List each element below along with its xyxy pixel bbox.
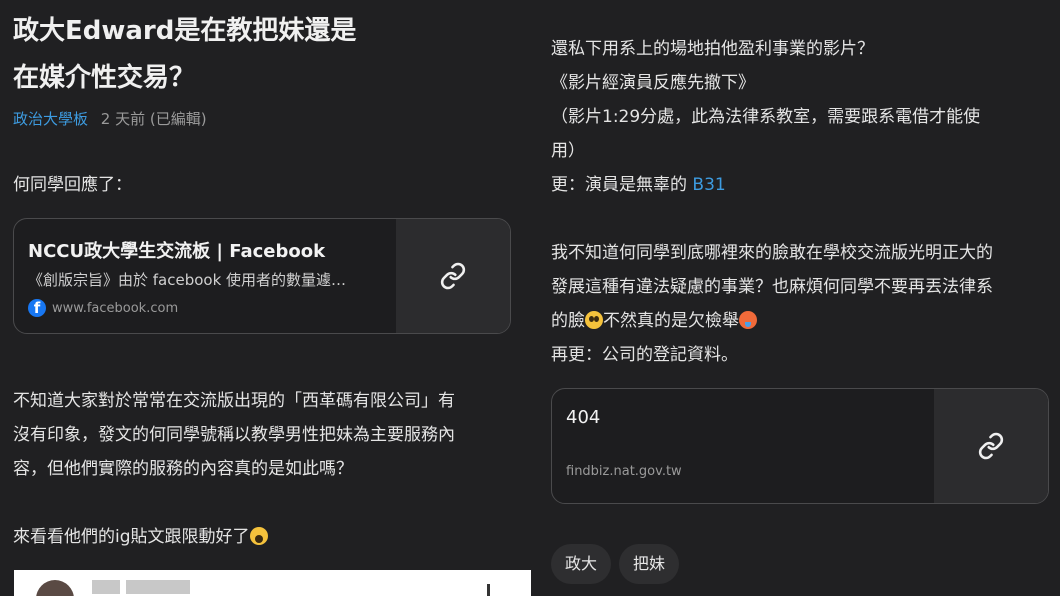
post-meta: 政治大學板 2 天前 (已編輯) xyxy=(13,108,207,129)
text-line: 的臉 不然真的是欠檢舉 xyxy=(551,304,1051,338)
link-card-action[interactable] xyxy=(396,219,510,333)
post-title-line2: 在媒介性交易？ xyxy=(13,63,196,93)
text-line: （影片1:29分處，此為法律系教室，需要跟系電借才能使 xyxy=(551,107,981,127)
hot-face-icon xyxy=(739,311,757,329)
right-paragraph-2: 我不知道何同學到底哪裡來的臉敢在學校交流版光明正大的 發展這種有違法疑慮的事業？… xyxy=(551,236,1051,372)
link-card-url: www.facebook.com xyxy=(52,300,179,316)
link-card-url: findbiz.nat.gov.tw xyxy=(566,464,682,479)
blurred-username xyxy=(92,580,120,594)
text-line: 再更：公司的登記資料。 xyxy=(551,345,738,365)
link-icon xyxy=(440,262,466,290)
link-icon xyxy=(978,432,1004,460)
main-paragraph: 不知道大家對於常常在交流版出現的「西革碼有限公司」有 沒有印象，發文的何同學號稱… xyxy=(13,384,513,486)
blurred-username xyxy=(126,580,190,594)
more-options-icon[interactable] xyxy=(487,584,490,596)
text-fragment: 不然真的是欠檢舉 xyxy=(603,311,739,331)
findbiz-link-card[interactable]: 404 findbiz.nat.gov.tw xyxy=(551,388,1049,504)
avatar xyxy=(36,580,74,596)
paragraph-line: 不知道大家對於常常在交流版出現的「西革碼有限公司」有 xyxy=(13,391,455,411)
board-link[interactable]: 政治大學板 xyxy=(13,110,88,128)
tag-chip[interactable]: 把妹 xyxy=(619,544,680,584)
facebook-link-card[interactable]: NCCU政大學生交流板 | Facebook 《創版宗旨》由於 facebook… xyxy=(13,218,511,334)
text-fragment: 的臉 xyxy=(551,311,585,331)
link-card-title: 404 xyxy=(566,407,601,428)
text-line: 我不知道何同學到底哪裡來的臉敢在學校交流版光明正大的 xyxy=(551,243,993,263)
ig-line-text: 來看看他們的ig貼文跟限動好了 xyxy=(13,527,250,547)
text-line: 發展這種有違法疑慮的事業？也麻煩何同學不要再丟法律系 xyxy=(551,277,993,297)
intro-text: 何同學回應了： xyxy=(13,175,132,195)
text-line: 用） xyxy=(551,141,585,161)
paragraph-line: 沒有印象，發文的何同學號稱以教學男性把妹為主要服務內 xyxy=(13,425,455,445)
ig-line: 來看看他們的ig貼文跟限動好了 xyxy=(13,520,268,554)
b31-link[interactable]: B31 xyxy=(692,175,725,195)
link-card-action[interactable] xyxy=(934,389,1048,503)
link-card-url-row: f www.facebook.com xyxy=(28,299,382,317)
post-title: 政大Edward是在教把妹還是 在媒介性交易？ xyxy=(13,14,513,108)
update-prefix: 更：演員是無辜的 xyxy=(551,175,693,195)
shocked-face-icon xyxy=(249,527,268,545)
post-time: 2 天前 (已編輯) xyxy=(100,110,207,128)
instagram-embed[interactable] xyxy=(14,570,531,596)
pleading-face-icon xyxy=(585,311,603,329)
post-title-line1: 政大Edward是在教把妹還是 xyxy=(13,16,357,46)
text-line: 更：演員是無辜的 B31 xyxy=(551,168,1051,202)
text-line: 《影片經演員反應先撤下》 xyxy=(551,73,755,93)
facebook-icon: f xyxy=(28,299,46,317)
link-card-description: 《創版宗旨》由於 facebook 使用者的數量遽… xyxy=(28,271,347,289)
link-card-title: NCCU政大學生交流板 | Facebook xyxy=(28,241,326,262)
tag-chip[interactable]: 政大 xyxy=(551,544,612,584)
right-paragraph-1: 還私下用系上的場地拍他盈利事業的影片？ 《影片經演員反應先撤下》 （影片1:29… xyxy=(551,32,1051,202)
text-line: 還私下用系上的場地拍他盈利事業的影片？ xyxy=(551,39,874,59)
paragraph-line: 容，但他們實際的服務的內容真的是如此嗎？ xyxy=(13,459,353,479)
